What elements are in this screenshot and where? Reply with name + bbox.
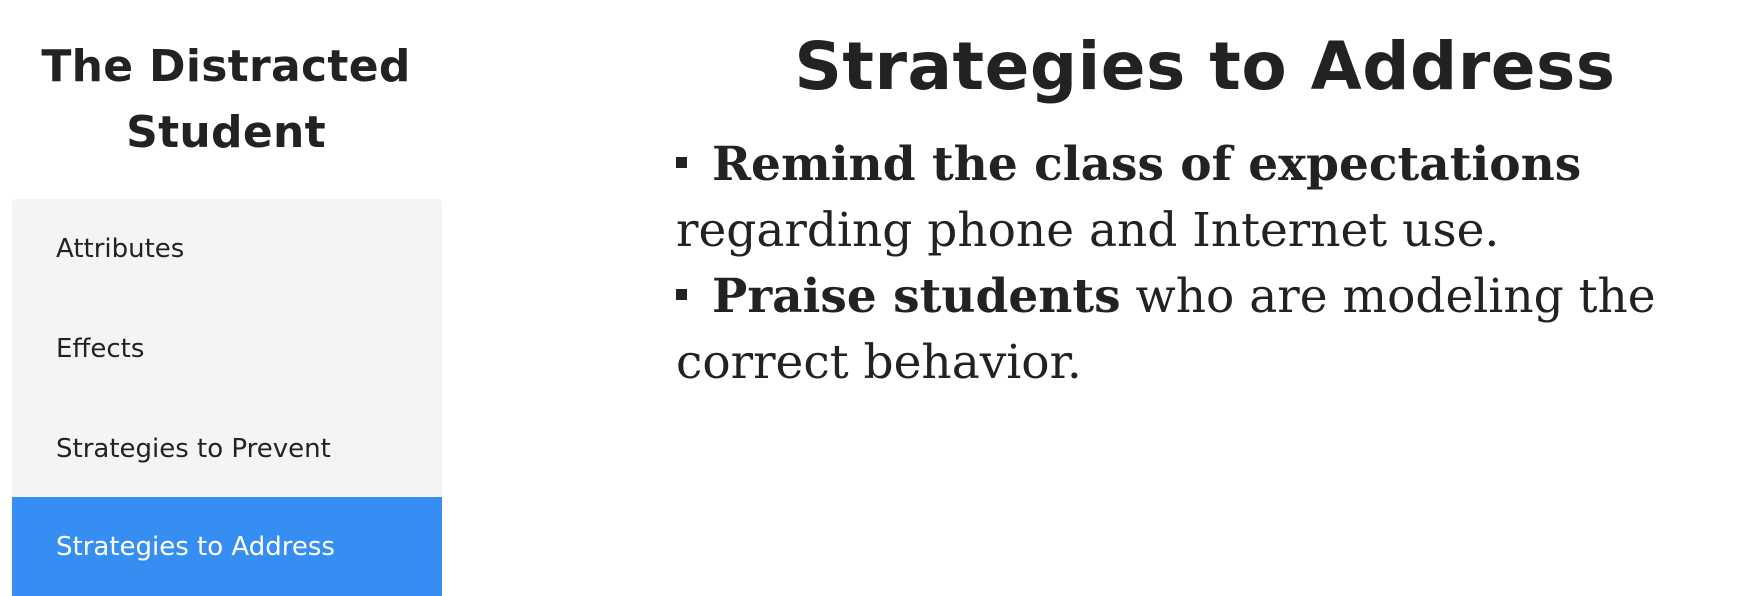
sidebar-title: The Distracted Student — [0, 34, 452, 166]
sidebar-item-effects[interactable]: Effects — [12, 299, 442, 399]
page-title: Strategies to Address — [794, 28, 1616, 105]
square-bullet-icon — [676, 156, 687, 168]
sidebar-title-line-1: The Distracted — [41, 41, 411, 92]
bullet-item: Remind the class of expectations regardi… — [676, 132, 1756, 264]
sidebar-title-line-2: Student — [126, 107, 326, 158]
sidebar-item-label: Strategies to Address — [56, 531, 335, 562]
bullet-text: regarding phone and Internet use. — [676, 203, 1500, 258]
sidebar-item-strategies-to-prevent[interactable]: Strategies to Prevent — [12, 399, 442, 499]
square-bullet-icon — [676, 288, 687, 300]
sidebar-item-label: Attributes — [56, 234, 185, 264]
bullet-list: Remind the class of expectations regardi… — [676, 132, 1756, 396]
sidebar-item-label: Effects — [56, 334, 145, 364]
sidebar-item-strategies-to-address[interactable]: Strategies to Address — [12, 497, 442, 596]
bullet-bold-text: Praise students — [712, 269, 1121, 324]
sidebar-item-label: Strategies to Prevent — [56, 434, 331, 464]
sidebar-nav: Attributes Effects Strategies to Prevent… — [12, 199, 442, 596]
bullet-bold-text: Remind the class of expectations — [712, 137, 1582, 192]
main-content: Strategies to Address Remind the class o… — [660, 0, 1758, 596]
sidebar: The Distracted Student Attributes Effect… — [0, 0, 446, 596]
sidebar-item-attributes[interactable]: Attributes — [12, 199, 442, 299]
bullet-item: Praise students who are modeling the cor… — [676, 264, 1756, 396]
